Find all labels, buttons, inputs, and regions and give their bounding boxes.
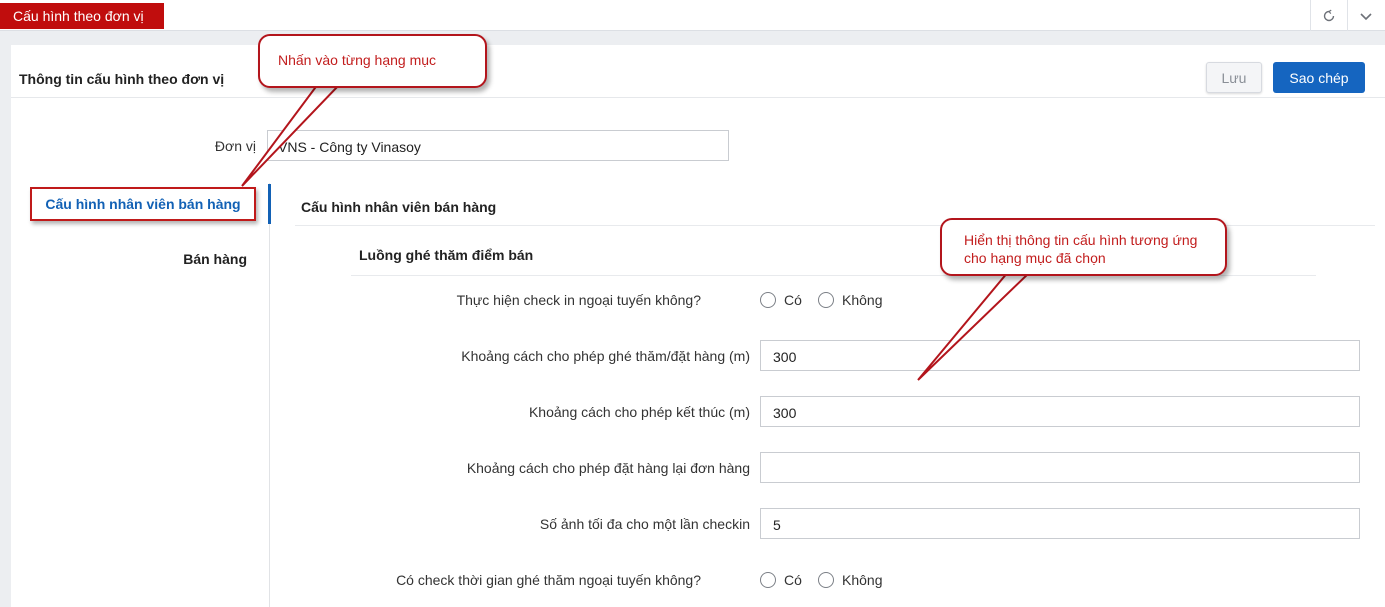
callout-left-text: Nhấn vào từng hạng mục (278, 52, 437, 68)
callout-right-text: Hiển thị thông tin cấu hình tương ứng ch… (964, 232, 1198, 266)
callout-right: Hiển thị thông tin cấu hình tương ứng ch… (940, 218, 1227, 276)
callout-left: Nhấn vào từng hạng mục (258, 34, 487, 88)
callout-pointers (241, 83, 1033, 381)
callout-right-tail (917, 271, 1033, 381)
callout-left-tail (241, 83, 343, 187)
